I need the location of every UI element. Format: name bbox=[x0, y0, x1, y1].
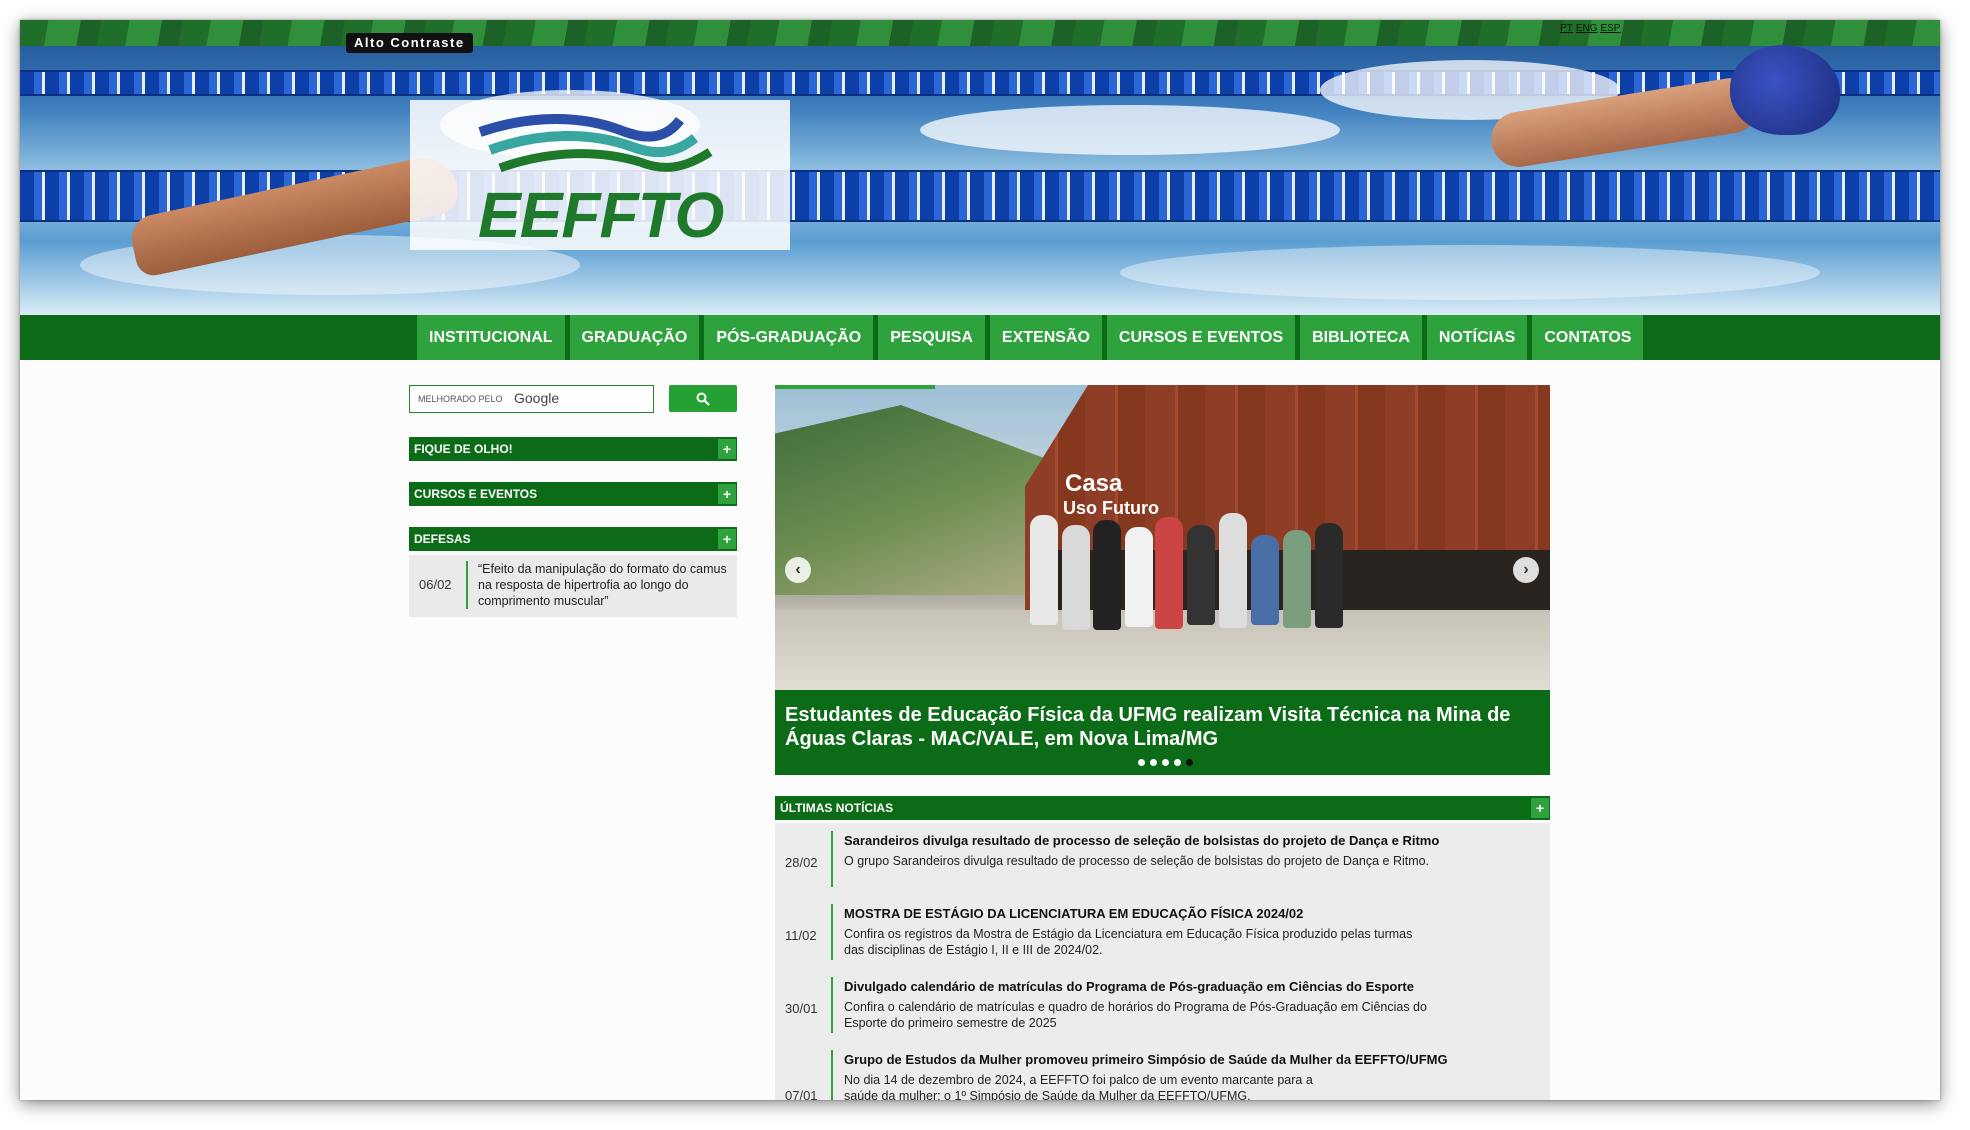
news-description: No dia 14 de dezembro de 2024, a EEFFTO … bbox=[844, 1073, 1313, 1100]
box-title: DEFESAS bbox=[414, 532, 471, 546]
logo-text: EEFFTO bbox=[478, 179, 724, 251]
group-person bbox=[1251, 535, 1279, 625]
search-button[interactable] bbox=[669, 385, 737, 412]
expand-plus-icon[interactable]: + bbox=[1531, 798, 1549, 818]
divider bbox=[831, 831, 833, 887]
divider bbox=[831, 904, 833, 960]
news-item[interactable]: 07/01 Grupo de Estudos da Mulher promove… bbox=[775, 1050, 1550, 1100]
mountain-scene bbox=[775, 405, 1055, 595]
nav-cursos-eventos[interactable]: CURSOS E EVENTOS bbox=[1106, 315, 1296, 360]
nav-biblioteca[interactable]: BIBLIOTECA bbox=[1300, 315, 1422, 360]
box-title: CURSOS E EVENTOS bbox=[414, 487, 538, 501]
nav-noticias[interactable]: NOTÍCIAS bbox=[1426, 315, 1528, 360]
nav-pesquisa[interactable]: PESQUISA bbox=[878, 315, 985, 360]
lang-eng-link[interactable]: ENG bbox=[1576, 23, 1598, 34]
slider-dot[interactable] bbox=[1162, 759, 1169, 766]
group-person bbox=[1187, 525, 1215, 625]
defesa-item[interactable]: 06/02 “Efeito da manipulação do formato … bbox=[409, 555, 737, 617]
box-title: FIQUE DE OLHO! bbox=[414, 442, 513, 456]
swimmer-cap bbox=[1730, 45, 1840, 135]
building-sign-text: Casa bbox=[1065, 470, 1123, 497]
logo[interactable]: EEFFTO bbox=[410, 100, 790, 251]
nav-contatos[interactable]: CONTATOS bbox=[1532, 315, 1644, 360]
slide-image[interactable]: Casa Uso Futuro ‹ › bbox=[775, 385, 1550, 690]
divider bbox=[831, 1050, 833, 1100]
group-person bbox=[1315, 523, 1343, 628]
slider-dot[interactable] bbox=[1138, 759, 1145, 766]
group-person bbox=[1125, 527, 1153, 627]
slide-caption[interactable]: Estudantes de Educação Física da UFMG re… bbox=[785, 703, 1545, 751]
news-title[interactable]: Divulgado calendário de matrículas do Pr… bbox=[844, 979, 1414, 994]
expand-plus-icon[interactable]: + bbox=[718, 484, 736, 504]
news-date: 11/02 bbox=[785, 928, 817, 943]
news-title[interactable]: MOSTRA DE ESTÁGIO DA LICENCIATURA EM EDU… bbox=[844, 906, 1303, 921]
news-list: 28/02 Sarandeiros divulga resultado de p… bbox=[775, 823, 1550, 1100]
nav-extensao[interactable]: EXTENSÃO bbox=[989, 315, 1102, 360]
nav-items: INSTITUCIONAL GRADUAÇÃO PÓS-GRADUAÇÃO PE… bbox=[417, 315, 1644, 360]
defesa-title[interactable]: “Efeito da manipulação do formato do cam… bbox=[478, 561, 728, 609]
divider bbox=[466, 561, 468, 609]
search-icon bbox=[696, 392, 710, 406]
group-person bbox=[1283, 530, 1311, 628]
news-header-title: ÚLTIMAS NOTÍCIAS bbox=[780, 801, 894, 815]
slider-dot[interactable] bbox=[1174, 759, 1181, 766]
news-title[interactable]: Grupo de Estudos da Mulher promoveu prim… bbox=[844, 1052, 1448, 1067]
browser-page: Alto Contraste PT ENG ESP EEFFTO INSTITUCI… bbox=[20, 20, 1940, 1100]
divider bbox=[831, 977, 833, 1033]
group-person bbox=[1062, 525, 1090, 630]
news-item[interactable]: 28/02 Sarandeiros divulga resultado de p… bbox=[775, 831, 1550, 891]
news-date: 07/01 bbox=[785, 1088, 818, 1100]
language-links: PT ENG ESP bbox=[1560, 23, 1623, 34]
box-cursos-eventos[interactable]: CURSOS E EVENTOS + bbox=[409, 482, 737, 506]
news-description: O grupo Sarandeiros divulga resultado de… bbox=[844, 854, 1430, 868]
header-banner: Alto Contraste PT ENG ESP EEFFTO bbox=[20, 20, 1940, 315]
main-nav: INSTITUCIONAL GRADUAÇÃO PÓS-GRADUAÇÃO PE… bbox=[20, 315, 1940, 360]
lang-esp-link[interactable]: ESP bbox=[1600, 23, 1620, 34]
expand-plus-icon[interactable]: + bbox=[718, 529, 736, 549]
google-brand-text: Google bbox=[514, 390, 560, 406]
group-person bbox=[1155, 517, 1183, 629]
water-splash bbox=[920, 105, 1340, 155]
defesa-date: 06/02 bbox=[419, 577, 452, 592]
group-person bbox=[1219, 513, 1247, 628]
building-sign-text: Uso Futuro bbox=[1063, 498, 1159, 518]
box-defesas[interactable]: DEFESAS + bbox=[409, 527, 737, 551]
group-person bbox=[1093, 520, 1121, 630]
search-input[interactable]: MELHORADO PELO Google bbox=[409, 385, 654, 413]
box-fique-de-olho[interactable]: FIQUE DE OLHO! + bbox=[409, 437, 737, 461]
news-item[interactable]: 11/02 MOSTRA DE ESTÁGIO DA LICENCIATURA … bbox=[775, 904, 1550, 964]
news-item[interactable]: 30/01 Divulgado calendário de matrículas… bbox=[775, 977, 1550, 1037]
slider-prev-button[interactable]: ‹ bbox=[785, 557, 811, 583]
news-slider: Casa Uso Futuro ‹ › Estudantes de Educaç… bbox=[775, 385, 1550, 775]
slider-dot-active[interactable] bbox=[1186, 759, 1193, 766]
nav-institucional[interactable]: INSTITUCIONAL bbox=[417, 315, 565, 360]
search-placeholder: MELHORADO PELO bbox=[418, 394, 503, 404]
nav-pos-graduacao[interactable]: PÓS-GRADUAÇÃO bbox=[704, 315, 874, 360]
news-date: 28/02 bbox=[785, 855, 818, 870]
news-header: ÚLTIMAS NOTÍCIAS + bbox=[775, 796, 1550, 820]
slider-dot[interactable] bbox=[1150, 759, 1157, 766]
slider-dots bbox=[1138, 759, 1193, 766]
news-title[interactable]: Sarandeiros divulga resultado de process… bbox=[844, 833, 1439, 848]
water-splash bbox=[1120, 245, 1820, 300]
slider-progress bbox=[775, 385, 935, 389]
news-date: 30/01 bbox=[785, 1001, 818, 1016]
lang-pt-link[interactable]: PT bbox=[1560, 23, 1573, 34]
news-description: Confira os registros da Mostra de Estági… bbox=[844, 927, 1413, 957]
nav-graduacao[interactable]: GRADUAÇÃO bbox=[569, 315, 700, 360]
news-description: Confira o calendário de matrículas e qua… bbox=[844, 1000, 1427, 1030]
high-contrast-button[interactable]: Alto Contraste bbox=[346, 33, 473, 53]
slider-next-button[interactable]: › bbox=[1513, 557, 1539, 583]
banner-top-band bbox=[20, 20, 1940, 46]
group-person bbox=[1030, 515, 1058, 625]
expand-plus-icon[interactable]: + bbox=[718, 439, 736, 459]
